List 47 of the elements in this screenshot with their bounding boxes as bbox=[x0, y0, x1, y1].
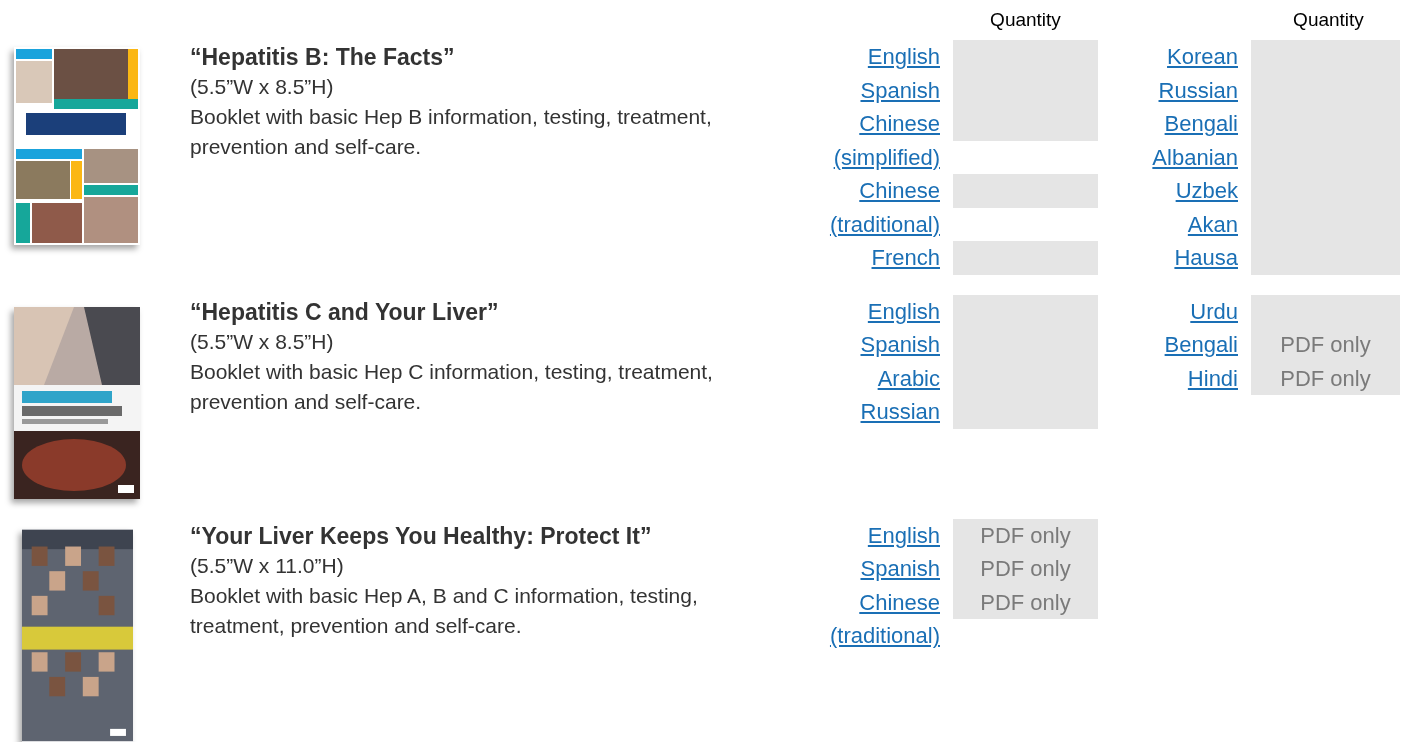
pdf-only-note: PDF only bbox=[953, 552, 1098, 586]
quantity-field[interactable] bbox=[1251, 40, 1400, 74]
language-link[interactable]: Chinese (simplified) bbox=[800, 107, 940, 174]
booklet-title: “Your Liver Keeps You Healthy: Protect It” bbox=[190, 521, 653, 551]
quantity-field[interactable] bbox=[953, 107, 1098, 141]
pdf-only-note: PDF only bbox=[1251, 361, 1400, 395]
booklet-size: (5.5”W x 8.5”H) bbox=[190, 328, 335, 355]
language-link[interactable]: Spanish bbox=[800, 552, 940, 586]
language-link[interactable]: Spanish bbox=[800, 73, 940, 107]
language-link[interactable]: Chinese (traditional) bbox=[800, 174, 940, 241]
language-link[interactable]: Korean bbox=[1098, 40, 1238, 74]
language-link[interactable]: English bbox=[800, 518, 940, 552]
booklet-description: Booklet with basic Hep A, B and C information, testing, treatment, prevention and self-care. bbox=[190, 582, 699, 639]
pdf-only-note: PDF only bbox=[1251, 328, 1400, 362]
column-header: Quantity bbox=[990, 9, 1061, 31]
booklet-size: (5.5”W x 8.5”H) bbox=[190, 74, 335, 100]
quantity-field[interactable] bbox=[953, 395, 1098, 429]
language-link[interactable]: Uzbek bbox=[1098, 174, 1238, 208]
language-link[interactable]: Akan bbox=[1098, 207, 1238, 241]
quantity-field[interactable] bbox=[1251, 241, 1400, 275]
language-link[interactable]: Hindi bbox=[1098, 361, 1238, 395]
quantity-field[interactable] bbox=[1251, 294, 1400, 328]
language-link[interactable]: Arabic bbox=[800, 361, 940, 395]
language-link[interactable]: Chinese (traditional) bbox=[800, 585, 940, 653]
pdf-only-note: PDF only bbox=[953, 518, 1098, 552]
booklet-description: Booklet with basic Hep B information, testing, treatment, prevention and self-care. bbox=[190, 104, 713, 160]
booklet-size: (5.5”W x 11.0”H) bbox=[190, 552, 345, 579]
booklet-title: “Hepatitis B: The Facts” bbox=[190, 43, 456, 72]
language-link[interactable]: French bbox=[800, 241, 940, 275]
pdf-only-note: PDF only bbox=[953, 585, 1098, 619]
booklet-title: “Hepatitis C and Your Liver” bbox=[190, 297, 500, 327]
language-link[interactable]: Russian bbox=[800, 395, 940, 429]
language-link[interactable]: Bengali bbox=[1098, 107, 1238, 141]
language-link[interactable]: Spanish bbox=[800, 328, 940, 362]
quantity-field[interactable] bbox=[953, 294, 1098, 328]
language-link[interactable]: English bbox=[800, 294, 940, 328]
language-link[interactable]: Urdu bbox=[1098, 294, 1238, 328]
booklet-description: Booklet with basic Hep C information, testing, treatment, prevention and self-care. bbox=[190, 358, 714, 415]
language-link[interactable]: Hausa bbox=[1098, 241, 1238, 275]
language-link[interactable]: English bbox=[800, 40, 940, 74]
column-header: Quantity bbox=[1293, 9, 1364, 31]
quantity-field[interactable] bbox=[953, 40, 1098, 74]
language-link[interactable]: Bengali bbox=[1098, 328, 1238, 362]
quantity-field[interactable] bbox=[953, 174, 1098, 208]
language-link[interactable]: Albanian bbox=[1098, 140, 1238, 174]
language-link[interactable]: Russian bbox=[1098, 73, 1238, 107]
quantity-field[interactable] bbox=[953, 241, 1098, 275]
